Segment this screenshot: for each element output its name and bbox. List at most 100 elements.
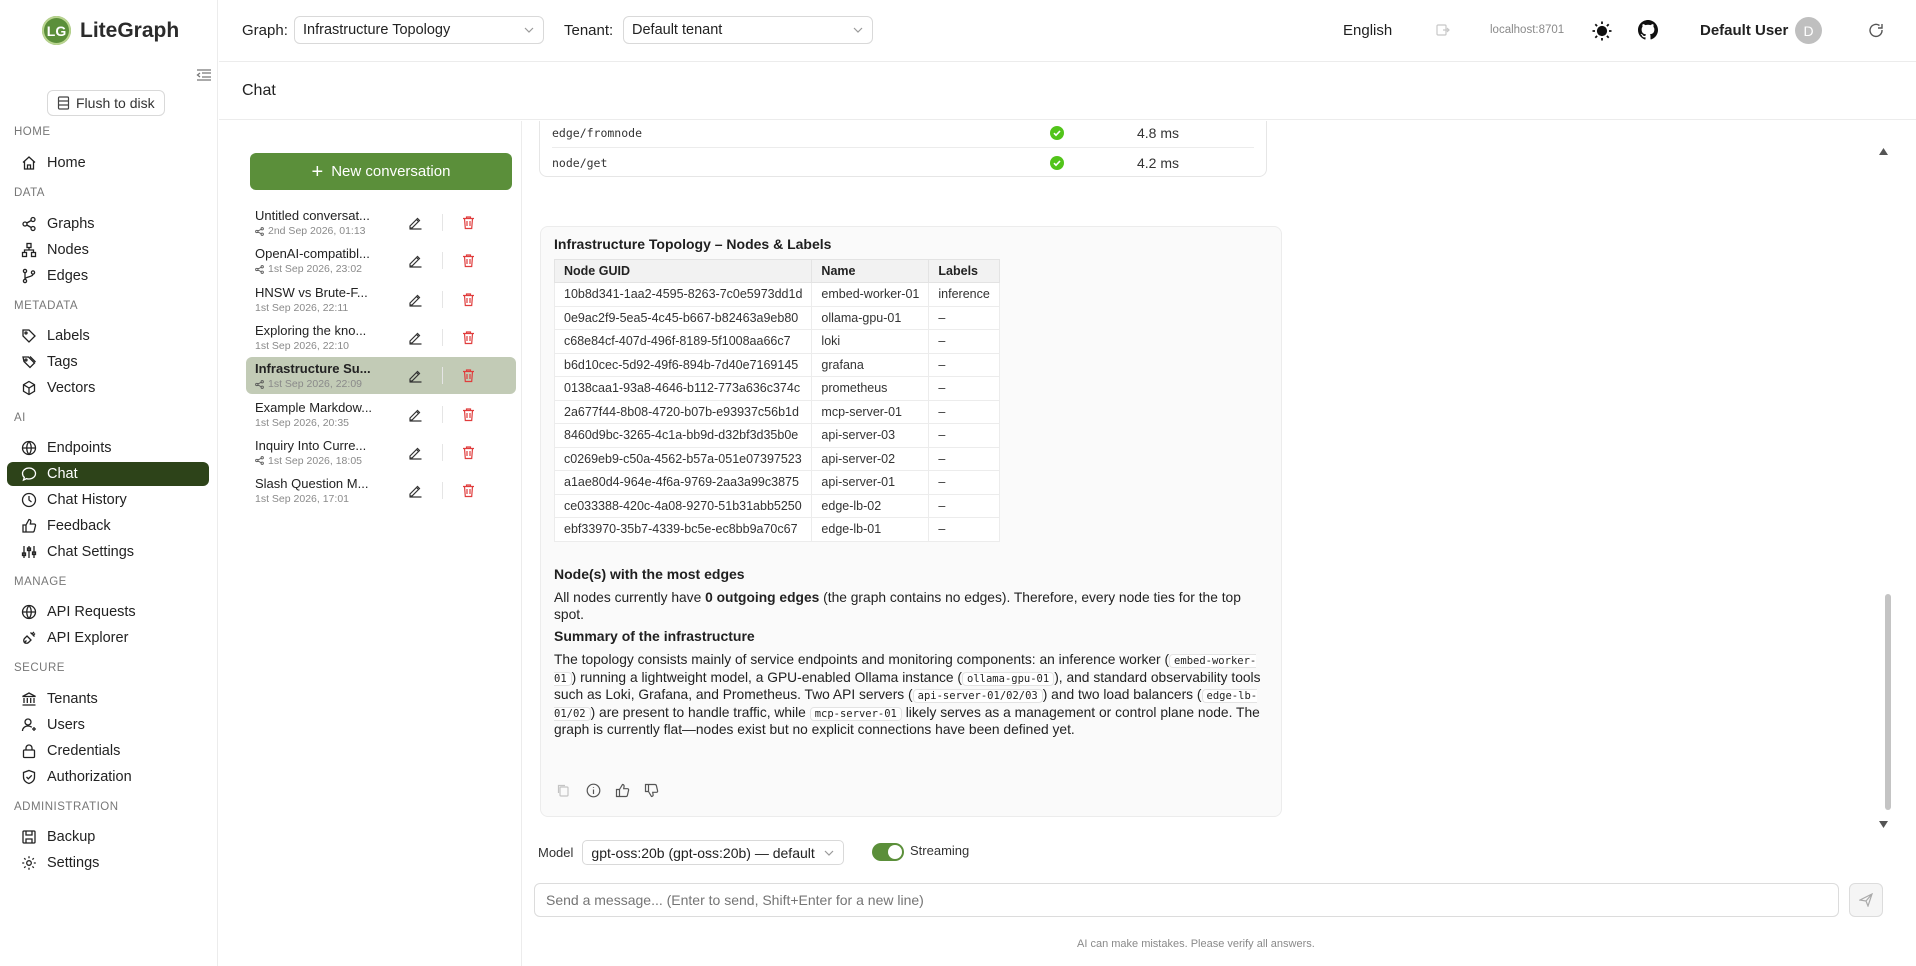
nodes-icon — [21, 242, 37, 258]
conversation-item[interactable]: Untitled conversat... 2nd Sep 2026, 01:13 — [246, 204, 516, 241]
sliders-icon — [21, 546, 37, 558]
conversation-title: Exploring the kno... — [255, 322, 367, 338]
trash-icon[interactable] — [461, 368, 476, 383]
edit-icon[interactable] — [408, 368, 423, 383]
sidebar-item-feedback[interactable]: Feedback — [7, 514, 209, 538]
conversation-item[interactable]: Example Markdow... 1st Sep 2026, 20:35 — [246, 396, 516, 433]
table-cell: ce033388-420c-4a08-9270-51b31abb5250 — [553, 493, 813, 518]
divider — [442, 482, 443, 500]
table-cell: 2a677f44-8b08-4720-b07b-e93937c56b1d — [553, 399, 813, 424]
language-selector[interactable]: English — [1343, 22, 1392, 39]
sidebar-item-chat-history[interactable]: Chat History — [7, 488, 209, 512]
send-button[interactable] — [1849, 883, 1883, 917]
thumbs-down-icon[interactable] — [644, 783, 659, 798]
sidebar-item-nodes[interactable]: Nodes — [7, 238, 209, 262]
nodes-table: Node GUID Name Labels 10b8d341-1aa2-4595… — [553, 259, 1000, 542]
scroll-up-icon[interactable] — [1879, 148, 1888, 155]
export-icon[interactable] — [1436, 23, 1450, 37]
conversation-date: 1st Sep 2026, 17:01 — [255, 493, 349, 505]
avatar[interactable]: D — [1795, 17, 1822, 44]
table-row: ce033388-420c-4a08-9270-51b31abb5250 edge… — [553, 493, 1000, 518]
scroll-down-icon[interactable] — [1879, 821, 1888, 828]
sidebar-item-users[interactable]: Users — [7, 713, 209, 737]
conversation-date-text: 1st Sep 2026, 20:35 — [255, 416, 349, 429]
edit-icon[interactable] — [408, 253, 423, 268]
conversation-title: HNSW vs Brute-F... — [255, 284, 368, 300]
sidebar-item-tenants[interactable]: Tenants — [7, 687, 209, 711]
conversation-title: Inquiry Into Curre... — [255, 437, 367, 453]
flush-to-disk-button[interactable]: Flush to disk — [47, 90, 165, 116]
copy-icon[interactable] — [556, 783, 571, 798]
sidebar-item-graphs[interactable]: Graphs — [7, 212, 209, 236]
conversation-date-text: 1st Sep 2026, 22:10 — [255, 339, 349, 352]
scrollbar-thumb[interactable] — [1885, 594, 1891, 810]
sidebar-item-tags[interactable]: Tags — [7, 350, 209, 374]
sidebar-item-vectors[interactable]: Vectors — [7, 376, 209, 400]
user-name[interactable]: Default User — [1700, 22, 1788, 39]
trash-icon[interactable] — [461, 215, 476, 230]
conversation-date-text: 1st Sep 2026, 17:01 — [255, 493, 349, 506]
edit-icon[interactable] — [408, 292, 423, 307]
conversation-date-text: 1st Sep 2026, 22:11 — [255, 301, 349, 314]
inline-code: mcp-server-01 — [809, 706, 902, 721]
logout-icon[interactable] — [1869, 22, 1885, 38]
github-icon[interactable] — [1638, 20, 1658, 40]
table-cell: – — [928, 517, 1000, 542]
share-icon — [255, 264, 264, 274]
conversation-item[interactable]: Inquiry Into Curre... 1st Sep 2026, 18:05 — [246, 434, 516, 471]
edges-count: 0 outgoing edges — [705, 590, 820, 605]
trash-icon[interactable] — [461, 253, 476, 268]
trash-icon[interactable] — [461, 445, 476, 460]
gear-icon — [22, 856, 36, 870]
streaming-toggle[interactable] — [872, 843, 904, 861]
trash-icon[interactable] — [461, 483, 476, 498]
thumbs-up-icon[interactable] — [615, 783, 630, 798]
sidebar-item-backup[interactable]: Backup — [7, 825, 209, 849]
conversation-list: + New conversation Untitled conversat...… — [219, 121, 522, 966]
page-header: Chat — [219, 62, 1916, 120]
new-conversation-button[interactable]: + New conversation — [250, 153, 512, 190]
bank-icon — [22, 692, 36, 706]
edit-icon[interactable] — [408, 215, 423, 230]
conversation-item[interactable]: Exploring the kno... 1st Sep 2026, 22:10 — [246, 319, 516, 356]
conversation-item[interactable]: HNSW vs Brute-F... 1st Sep 2026, 22:11 — [246, 281, 516, 318]
sidebar-item-chat[interactable]: Chat — [7, 462, 209, 486]
tool-call-row: node/get 4.2 ms — [552, 148, 1254, 178]
sidebar-item-settings[interactable]: Settings — [7, 851, 209, 875]
sidebar-item-endpoints[interactable]: Endpoints — [7, 436, 209, 460]
sidebar-item-home[interactable]: Home — [7, 151, 209, 175]
table-row: a1ae80d4-964e-4f6a-9769-2aa3a99c3875 api-… — [553, 470, 1000, 495]
message-input[interactable] — [534, 883, 1839, 917]
conversation-item[interactable]: OpenAI-compatibl... 1st Sep 2026, 23:02 — [246, 242, 516, 279]
sidebar-item-edges[interactable]: Edges — [7, 264, 209, 288]
sun-icon[interactable] — [1591, 20, 1613, 42]
tenant-selector[interactable]: Default tenant — [623, 16, 873, 44]
conversation-item[interactable]: Infrastructure Su... 1st Sep 2026, 22:09 — [246, 357, 516, 395]
collapse-sidebar-icon[interactable] — [196, 68, 212, 82]
sidebar-item-chat-settings[interactable]: Chat Settings — [7, 540, 209, 564]
table-cell: edge-lb-01 — [811, 517, 930, 542]
sidebar-item-credentials[interactable]: Credentials — [7, 739, 209, 763]
graph-selector[interactable]: Infrastructure Topology — [294, 16, 544, 44]
edit-icon[interactable] — [408, 330, 423, 345]
edit-icon[interactable] — [408, 445, 423, 460]
conversation-item[interactable]: Slash Question M... 1st Sep 2026, 17:01 — [246, 472, 516, 509]
sidebar-item-authorization[interactable]: Authorization — [7, 765, 209, 789]
section-secure: SECURE — [14, 662, 65, 674]
model-selector[interactable]: gpt-oss:20b (gpt-oss:20b) — default — [582, 840, 844, 865]
info-icon[interactable] — [586, 783, 601, 798]
edit-icon[interactable] — [408, 407, 423, 422]
table-row: ebf33970-35b7-4339-bc5e-ec8bb9a70c67 edge… — [553, 517, 1000, 542]
app-logo[interactable]: LG LiteGraph — [42, 16, 179, 45]
sidebar-item-labels[interactable]: Labels — [7, 324, 209, 348]
sidebar-item-api-requests[interactable]: API Requests — [7, 600, 209, 624]
conversation-date: 1st Sep 2026, 22:11 — [255, 302, 348, 314]
conversation-date: 1st Sep 2026, 20:35 — [255, 417, 349, 429]
trash-icon[interactable] — [461, 330, 476, 345]
edges-heading: Node(s) with the most edges — [554, 566, 745, 582]
summary-text: ) are present to handle traffic, while — [590, 704, 810, 720]
trash-icon[interactable] — [461, 407, 476, 422]
trash-icon[interactable] — [461, 292, 476, 307]
edit-icon[interactable] — [408, 483, 423, 498]
sidebar-item-api-explorer[interactable]: API Explorer — [7, 626, 209, 650]
